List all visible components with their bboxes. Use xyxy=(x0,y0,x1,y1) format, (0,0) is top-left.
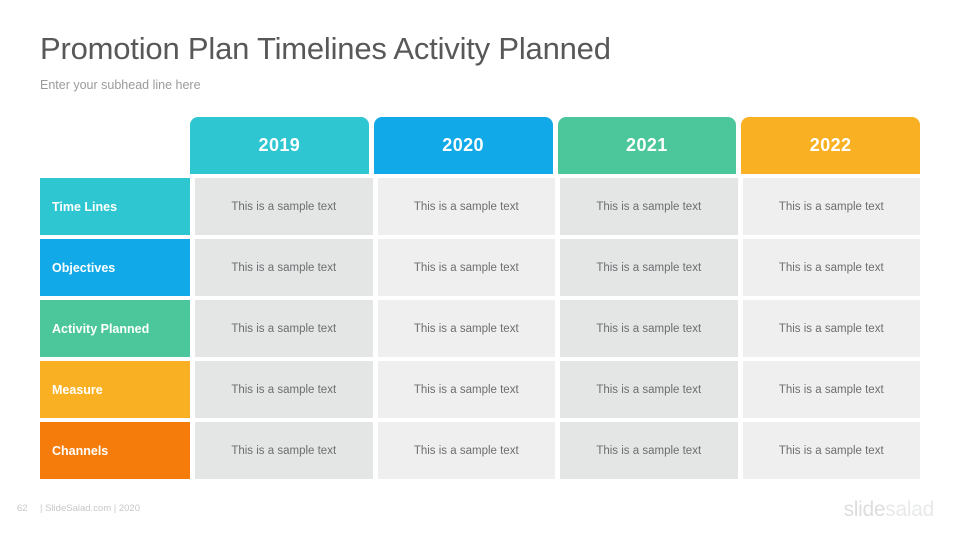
row-label-activity-planned[interactable]: Activity Planned xyxy=(40,300,190,357)
column-header-2021[interactable]: 2021 xyxy=(557,117,737,174)
timeline-table: 2019 2020 2021 2022 Time Lines This is a sam… xyxy=(40,117,920,479)
table-cell[interactable]: This is a sample text xyxy=(560,422,738,479)
table-cell[interactable]: This is a sample text xyxy=(195,178,373,235)
footer-credit: | SlideSalad.com | 2020 xyxy=(40,503,140,514)
row-label-time-lines[interactable]: Time Lines xyxy=(40,178,190,235)
table-cell[interactable]: This is a sample text xyxy=(195,239,373,296)
table-cell[interactable]: This is a sample text xyxy=(377,361,555,418)
table-cell[interactable]: This is a sample text xyxy=(560,178,738,235)
table-cell[interactable]: This is a sample text xyxy=(742,239,920,296)
table-cell[interactable]: This is a sample text xyxy=(195,422,373,479)
column-header-2022[interactable]: 2022 xyxy=(741,117,920,174)
table-cell[interactable]: This is a sample text xyxy=(377,300,555,357)
table-cell[interactable]: This is a sample text xyxy=(560,239,738,296)
slide-title: Promotion Plan Timelines Activity Planne… xyxy=(40,31,611,66)
slide-subhead: Enter your subhead line here xyxy=(40,78,201,92)
slidesalad-watermark: slidesalad xyxy=(843,498,935,522)
table-cell[interactable]: This is a sample text xyxy=(742,178,920,235)
column-header-2019[interactable]: 2019 xyxy=(190,117,369,174)
table-cell[interactable]: This is a sample text xyxy=(742,300,920,357)
row-label-measure[interactable]: Measure xyxy=(40,361,190,418)
watermark-second-part: salad xyxy=(885,498,934,521)
row-label-channels[interactable]: Channels xyxy=(40,422,190,479)
row-label-objectives[interactable]: Objectives xyxy=(40,239,190,296)
table-cell[interactable]: This is a sample text xyxy=(377,239,555,296)
table-body: Time Lines This is a sample text This is a… xyxy=(40,178,920,479)
table-cell[interactable]: This is a sample text xyxy=(742,361,920,418)
table-cell[interactable]: This is a sample text xyxy=(195,300,373,357)
column-header-2020[interactable]: 2020 xyxy=(373,117,553,174)
footer-page-number: 62 xyxy=(17,503,28,514)
table-cell[interactable]: This is a sample text xyxy=(560,300,738,357)
table-row: Measure This is a sample text This is a sa… xyxy=(40,361,920,418)
table-header-row: 2019 2020 2021 2022 xyxy=(190,117,920,174)
watermark-first-part: slide xyxy=(843,498,886,521)
table-cell[interactable]: This is a sample text xyxy=(377,178,555,235)
table-cell[interactable]: This is a sample text xyxy=(377,422,555,479)
table-cell[interactable]: This is a sample text xyxy=(742,422,920,479)
table-cell[interactable]: This is a sample text xyxy=(195,361,373,418)
table-row: Activity Planned This is a sample text Thi… xyxy=(40,300,920,357)
table-cell[interactable]: This is a sample text xyxy=(560,361,738,418)
table-row: Time Lines This is a sample text This is a… xyxy=(40,178,920,235)
table-row: Channels This is a sample text This is a s… xyxy=(40,422,920,479)
table-row: Objectives This is a sample text This is a… xyxy=(40,239,920,296)
